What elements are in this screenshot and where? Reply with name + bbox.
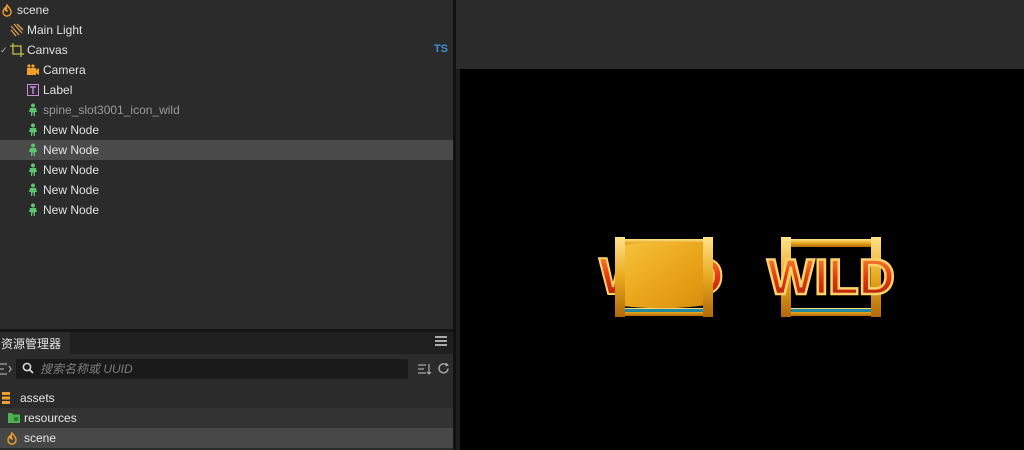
asset-item-assets[interactable]: assets	[0, 388, 453, 408]
search-input[interactable]	[40, 362, 400, 376]
assets-panel: 资源管理器 assets resources	[0, 332, 453, 450]
viewport-canvas: W D WILD	[598, 237, 896, 317]
database-icon	[2, 392, 12, 404]
spine-icon	[26, 103, 40, 117]
tree-node-new-node[interactable]: New Node	[0, 200, 453, 220]
tree-node-label: Label	[43, 83, 73, 97]
label-icon	[26, 83, 40, 97]
wild-sprite[interactable]: WILD	[766, 237, 896, 317]
tree-node-new-node[interactable]: New Node	[0, 120, 453, 140]
tree-node-camera[interactable]: Camera	[0, 60, 453, 80]
sort-icon[interactable]	[418, 362, 432, 376]
camera-icon	[26, 63, 40, 77]
tab-assets[interactable]: 资源管理器	[0, 332, 70, 354]
tree-node-main-light[interactable]: Main Light	[0, 20, 453, 40]
spine-icon	[26, 183, 40, 197]
tree-node-label: New Node	[43, 143, 100, 157]
panel-menu-icon[interactable]	[435, 336, 447, 348]
pillar-left	[615, 237, 625, 317]
spine-icon	[26, 143, 40, 157]
tree-node-spine-wild[interactable]: spine_slot3001_icon_wild	[0, 100, 453, 120]
tree-node-label: Canvas	[27, 43, 68, 57]
wild-text: WILD	[767, 249, 895, 305]
search-field[interactable]	[16, 359, 408, 379]
asset-item-resources[interactable]: resources	[0, 408, 453, 428]
scene-toolbar-area	[456, 0, 1024, 69]
pillar-right	[703, 237, 713, 317]
tree-node-label-node[interactable]: Label	[0, 80, 453, 100]
expand-arrow-icon[interactable]: ✓	[0, 45, 8, 56]
tree-node-new-node-selected[interactable]: New Node	[0, 140, 453, 160]
tree-node-canvas[interactable]: ✓ Canvas TS	[0, 40, 453, 60]
tree-node-new-node[interactable]: New Node	[0, 160, 453, 180]
scene-icon	[6, 431, 18, 445]
tree-node-new-node[interactable]: New Node	[0, 180, 453, 200]
tree-node-scene[interactable]: scene	[0, 0, 453, 20]
spine-icon	[26, 163, 40, 177]
scene-icon	[0, 3, 14, 17]
parchment-panel	[621, 242, 709, 309]
asset-label: assets	[20, 391, 55, 405]
tree-node-label: New Node	[43, 183, 100, 197]
tree-node-label: New Node	[43, 163, 100, 177]
assets-toolbar	[0, 357, 453, 381]
tree-node-label: New Node	[43, 123, 100, 137]
hierarchy-panel: scene Main Light ✓ Canvas TS Camera Labe…	[0, 0, 453, 329]
tree-node-label: New Node	[43, 203, 100, 217]
assets-header: 资源管理器	[0, 332, 453, 354]
tree-node-label: scene	[17, 3, 50, 17]
tree-node-label: spine_slot3001_icon_wild	[43, 103, 180, 117]
tree-node-label: Main Light	[27, 23, 83, 37]
folder-icon	[8, 412, 20, 424]
typescript-badge[interactable]: TS	[434, 43, 448, 55]
asset-item-scene[interactable]: scene	[0, 428, 453, 448]
spine-icon	[26, 203, 40, 217]
search-icon	[22, 362, 34, 377]
spine-icon	[26, 123, 40, 137]
scene-viewport[interactable]: W D WILD	[460, 69, 1024, 450]
wild-sprite-covered[interactable]: W D	[598, 237, 725, 317]
asset-label: scene	[24, 431, 57, 445]
collapse-all-icon[interactable]	[0, 362, 14, 376]
light-icon	[10, 23, 24, 37]
refresh-icon[interactable]	[437, 362, 451, 376]
tree-node-label: Camera	[43, 63, 86, 77]
asset-label: resources	[24, 411, 77, 425]
canvas-icon	[10, 43, 24, 57]
